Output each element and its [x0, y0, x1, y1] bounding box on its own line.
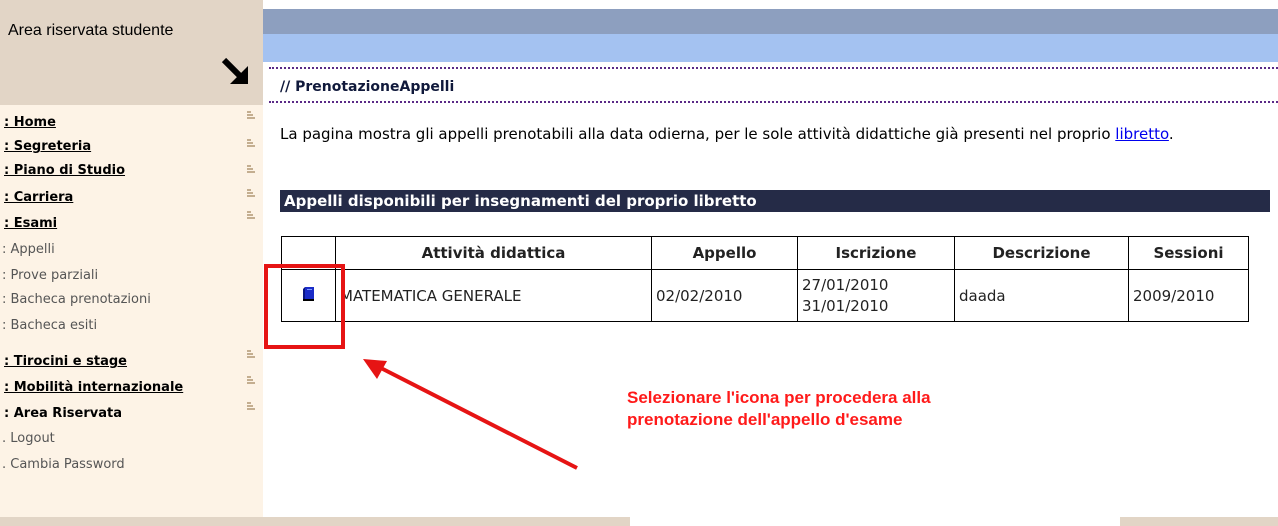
cell-iscrizione: 27/01/2010 31/01/2010 [797, 269, 955, 322]
cell-attivita: MATEMATICA GENERALE [335, 269, 652, 322]
sidebar-header: Area riservata studente [0, 0, 263, 105]
iscrizione-a: 31/01/2010 [802, 296, 889, 315]
nav-mobilita[interactable]: : Mobilità internazionale [4, 380, 183, 395]
col-header-descrizione: Descrizione [954, 236, 1129, 270]
nav-piano-di-studio[interactable]: : Piano di Studio [4, 163, 125, 178]
nav-mobilita-label[interactable]: : Mobilità internazionale [4, 380, 183, 395]
col-header-appello: Appello [651, 236, 798, 270]
appelli-table: Attività didattica Appello Iscrizione De… [281, 236, 1249, 322]
nav-segreteria[interactable]: : Segreteria [4, 139, 91, 154]
section-title: Appelli disponibili per insegnamenti del… [280, 190, 1270, 212]
top-header-bar [263, 9, 1278, 34]
nav-segreteria-label[interactable]: : Segreteria [4, 139, 91, 154]
nav-esami-label[interactable]: : Esami [4, 216, 57, 231]
nav-esami[interactable]: : Esami [4, 216, 57, 231]
nav-prove-parziali[interactable]: : Prove parziali [2, 268, 98, 283]
col-header-attivita: Attività didattica [335, 236, 652, 270]
expand-icon [247, 189, 255, 197]
nav-cambia-password[interactable]: . Cambia Password [2, 457, 125, 472]
expand-icon [247, 350, 255, 358]
nav-carriera[interactable]: : Carriera [4, 190, 73, 205]
nav-bacheca-prenotazioni[interactable]: : Bacheca prenotazioni [2, 292, 151, 307]
sidebar-footer-bar [0, 517, 263, 526]
libretto-link[interactable]: libretto [1115, 125, 1169, 143]
footer-bar [1120, 517, 1278, 526]
table-header-row: Attività didattica Appello Iscrizione De… [281, 236, 1249, 270]
intro-text-end: . [1168, 125, 1174, 143]
intro-text-body: La pagina mostra gli appelli prenotabili… [280, 125, 1116, 143]
highlight-box [264, 264, 345, 349]
annotation-text: Selezionare l'icona per procedera alla p… [627, 387, 931, 431]
iscrizione-da: 27/01/2010 [802, 275, 889, 294]
divider [269, 67, 1278, 69]
nav-area-riservata[interactable]: : Area Riservata [4, 406, 122, 421]
annotation-arrow [363, 359, 578, 470]
expand-icon [247, 111, 255, 119]
expand-icon [247, 165, 255, 173]
annotation-line-2: prenotazione dell'appello d'esame [627, 410, 903, 429]
footer-bar [263, 517, 630, 526]
nav-tirocini[interactable]: : Tirocini e stage [4, 354, 127, 369]
top-subheader-bar [263, 34, 1278, 62]
expand-icon [247, 211, 255, 219]
cell-appello: 02/02/2010 [651, 269, 798, 322]
divider [269, 101, 1278, 103]
cell-descrizione: daada [954, 269, 1129, 322]
nav-home-label[interactable]: : Home [4, 115, 56, 130]
nav-logout[interactable]: . Logout [2, 431, 55, 446]
col-header-sessioni: Sessioni [1128, 236, 1249, 270]
nav-tirocini-label[interactable]: : Tirocini e stage [4, 354, 127, 369]
nav-home[interactable]: : Home [4, 115, 56, 130]
nav-bacheca-esiti[interactable]: : Bacheca esiti [2, 318, 97, 333]
annotation-line-1: Selezionare l'icona per procedera alla [627, 388, 931, 407]
expand-icon [247, 402, 255, 410]
col-header-iscrizione: Iscrizione [797, 236, 955, 270]
cell-sessioni: 2009/2010 [1128, 269, 1249, 322]
page-title: // PrenotazioneAppelli [280, 79, 455, 95]
expand-icon [247, 139, 255, 147]
expand-icon [247, 376, 255, 384]
area-title: Area riservata studente [8, 22, 174, 39]
table-row: MATEMATICA GENERALE 02/02/2010 27/01/201… [281, 269, 1249, 322]
nav-appelli[interactable]: : Appelli [2, 242, 55, 257]
intro-text: La pagina mostra gli appelli prenotabili… [280, 122, 1270, 146]
nav-piano-label[interactable]: : Piano di Studio [4, 163, 125, 178]
arrow-down-right-icon [221, 57, 248, 84]
sidebar: Area riservata studente : Home : Segrete… [0, 0, 263, 526]
nav-carriera-label[interactable]: : Carriera [4, 190, 73, 205]
nav-area-riservata-label[interactable]: : Area Riservata [4, 406, 122, 421]
